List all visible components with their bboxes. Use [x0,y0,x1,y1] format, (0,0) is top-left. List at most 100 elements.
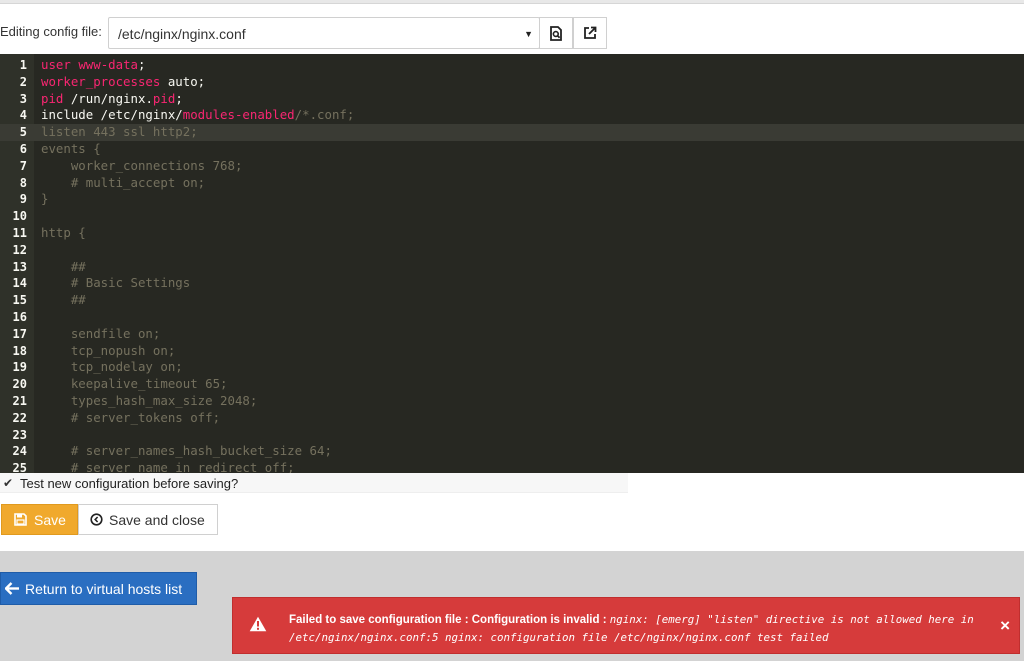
code-line[interactable]: 5 listen 443 ssl http2; [0,124,1024,141]
code-token: types_hash_max_size 2048; [41,393,258,408]
open-external-button[interactable] [573,17,607,49]
code-text: # server_tokens off; [41,410,220,427]
code-line[interactable]: 6 events { [0,141,1024,158]
line-number: 5 [19,125,27,140]
code-line[interactable]: 11 http { [0,225,1024,242]
code-token: # multi_accept on; [41,174,206,190]
code-text: http { [41,225,86,242]
line-number: 1 [19,58,27,72]
checkmark-icon[interactable]: ✔ [3,476,13,490]
alert-title: Failed to save configuration file : Conf… [289,614,607,626]
alert-message: Failed to save configuration file : Conf… [289,611,989,647]
code-token: # Basic Settings [41,275,191,291]
code-token: keepalive_timeout 65; [41,376,228,392]
code-text: events { [41,141,101,158]
code-line[interactable]: 8 # multi_accept on; [0,175,1024,192]
code-line[interactable]: 12 [0,242,1024,259]
code-line[interactable]: 15 ## [0,292,1024,309]
code-token: # server_tokens off; [41,409,221,425]
close-icon[interactable]: × [1000,616,1010,636]
code-line[interactable]: 14 # Basic Settings [0,275,1024,292]
code-token: ## [41,292,86,308]
code-text: worker_processes auto; [41,74,205,91]
code-line[interactable]: 1 user www-data; [0,57,1024,74]
code-token: # server_name_in_redirect off; [41,460,295,473]
line-number: 22 [12,410,27,425]
line-number: 9 [19,192,27,207]
code-line[interactable]: 9} [0,191,1024,208]
code-token: } [41,191,49,207]
test-config-row[interactable]: ✔ Test new configuration before saving? [0,473,628,493]
code-token: worker_processes [41,73,161,89]
chevron-down-icon: ▼ [524,29,533,39]
code-token: user [41,57,79,72]
line-number: 4 [19,108,27,123]
save-and-close-button[interactable]: Save and close [78,504,218,535]
code-line[interactable]: 18 tcp_nopush on; [0,343,1024,360]
code-text: pid /run/nginx.pid; [41,91,183,108]
code-line[interactable]: 20 keepalive_timeout 65; [0,376,1024,393]
code-line[interactable]: 2 worker_processes auto; [0,74,1024,91]
code-token: pid [41,90,64,106]
view-file-button[interactable] [539,17,573,49]
circle-arrow-icon [90,513,103,526]
code-token: include /etc/nginx/ [41,107,183,123]
code-text: sendfile on; [41,325,161,343]
line-number: 8 [19,175,27,190]
code-line[interactable]: 4 include /etc/nginx/modules-enabled/*.co… [0,107,1024,124]
code-text: tcp_nopush on; [41,343,175,360]
config-file-select[interactable]: /etc/nginx/nginx.conf ▼ [108,17,540,49]
code-editor[interactable]: 1 user www-data; 2 worker_processes auto; 3 p… [0,54,1024,473]
config-file-row: Editing config file: /etc/nginx/nginx.co… [0,14,1024,50]
code-text: listen 443 ssl http2; [41,124,198,141]
code-token: tcp_nodelay on; [41,359,183,375]
code-line[interactable]: 13 ## [0,259,1024,276]
line-number: 15 [12,293,27,308]
save-button[interactable]: Save [1,504,78,535]
line-number: 14 [12,276,27,291]
code-token: ## [41,258,86,274]
line-number: 25 [12,461,27,473]
code-line[interactable]: 16 [0,309,1024,326]
code-token: auto; [160,73,206,89]
warning-icon [249,616,267,632]
code-text: ## [41,259,86,276]
code-line[interactable]: 7 worker_connections 768; [0,158,1024,175]
code-token: /*.conf; [294,107,355,123]
code-text: ## [41,292,86,309]
code-token: sendfile on; [41,325,161,341]
code-token: # server_names_hash_bucket_size 64; [41,443,332,459]
line-number: 2 [19,74,27,89]
code-text: # server_names_hash_bucket_size 64; [41,443,332,460]
code-line[interactable]: 19 tcp_nodelay on; [0,359,1024,376]
save-label: Save [34,511,66,528]
code-line[interactable]: 17 sendfile on; [0,326,1024,343]
floppy-disk-icon [14,513,27,526]
return-label: Return to virtual hosts list [25,580,183,597]
code-token: ; [138,57,146,72]
code-token: ; [175,90,183,106]
line-number: 6 [19,142,27,156]
code-line[interactable]: 25 # server_name_in_redirect off; [0,460,1024,473]
line-number: 10 [12,209,27,224]
code-text: types_hash_max_size 2048; [41,393,258,410]
external-link-icon [584,26,597,39]
code-line[interactable]: 22 # server_tokens off; [0,410,1024,427]
code-text: # Basic Settings [41,275,190,292]
code-line[interactable]: 21 types_hash_max_size 2048; [0,393,1024,410]
line-number: 18 [12,343,27,358]
config-file-value: /etc/nginx/nginx.conf [118,26,246,42]
code-line[interactable]: 24 # server_names_hash_bucket_size 64; [0,443,1024,460]
code-token: tcp_nopush on; [41,342,176,358]
code-line[interactable]: 3 pid /run/nginx.pid; [0,91,1024,108]
return-to-list-button[interactable]: Return to virtual hosts list [0,572,197,605]
line-number: 7 [19,158,27,173]
code-text: } [41,191,48,208]
line-number: 23 [12,427,27,442]
code-token: pid [152,90,176,106]
code-line[interactable]: 10 [0,208,1024,225]
code-text: include /etc/nginx/modules-enabled/*.con… [41,107,354,124]
code-line[interactable]: 23 [0,427,1024,444]
arrow-left-icon [5,582,19,595]
line-number: 19 [12,360,27,375]
